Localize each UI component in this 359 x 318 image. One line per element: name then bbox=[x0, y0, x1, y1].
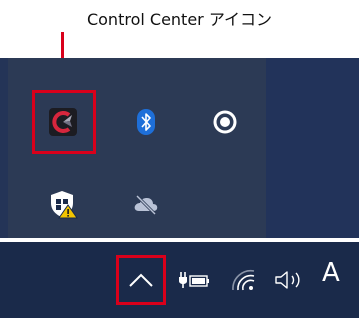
ime-mode-indicator[interactable]: A bbox=[322, 258, 340, 288]
control-center-icon[interactable] bbox=[43, 102, 83, 142]
windows-security-icon[interactable] bbox=[43, 184, 83, 224]
bluetooth-icon[interactable] bbox=[126, 102, 166, 142]
desktop-wallpaper-left bbox=[0, 58, 8, 238]
wifi-icon[interactable] bbox=[226, 264, 260, 296]
volume-icon[interactable] bbox=[268, 264, 312, 296]
record-icon[interactable] bbox=[205, 102, 245, 142]
desktop-wallpaper-right bbox=[266, 58, 359, 238]
chevron-up-icon[interactable] bbox=[121, 260, 161, 300]
annotation-label: Control Center アイコン bbox=[86, 10, 273, 29]
onedrive-offline-icon[interactable] bbox=[126, 184, 166, 224]
battery-plugged-icon[interactable] bbox=[176, 265, 212, 295]
